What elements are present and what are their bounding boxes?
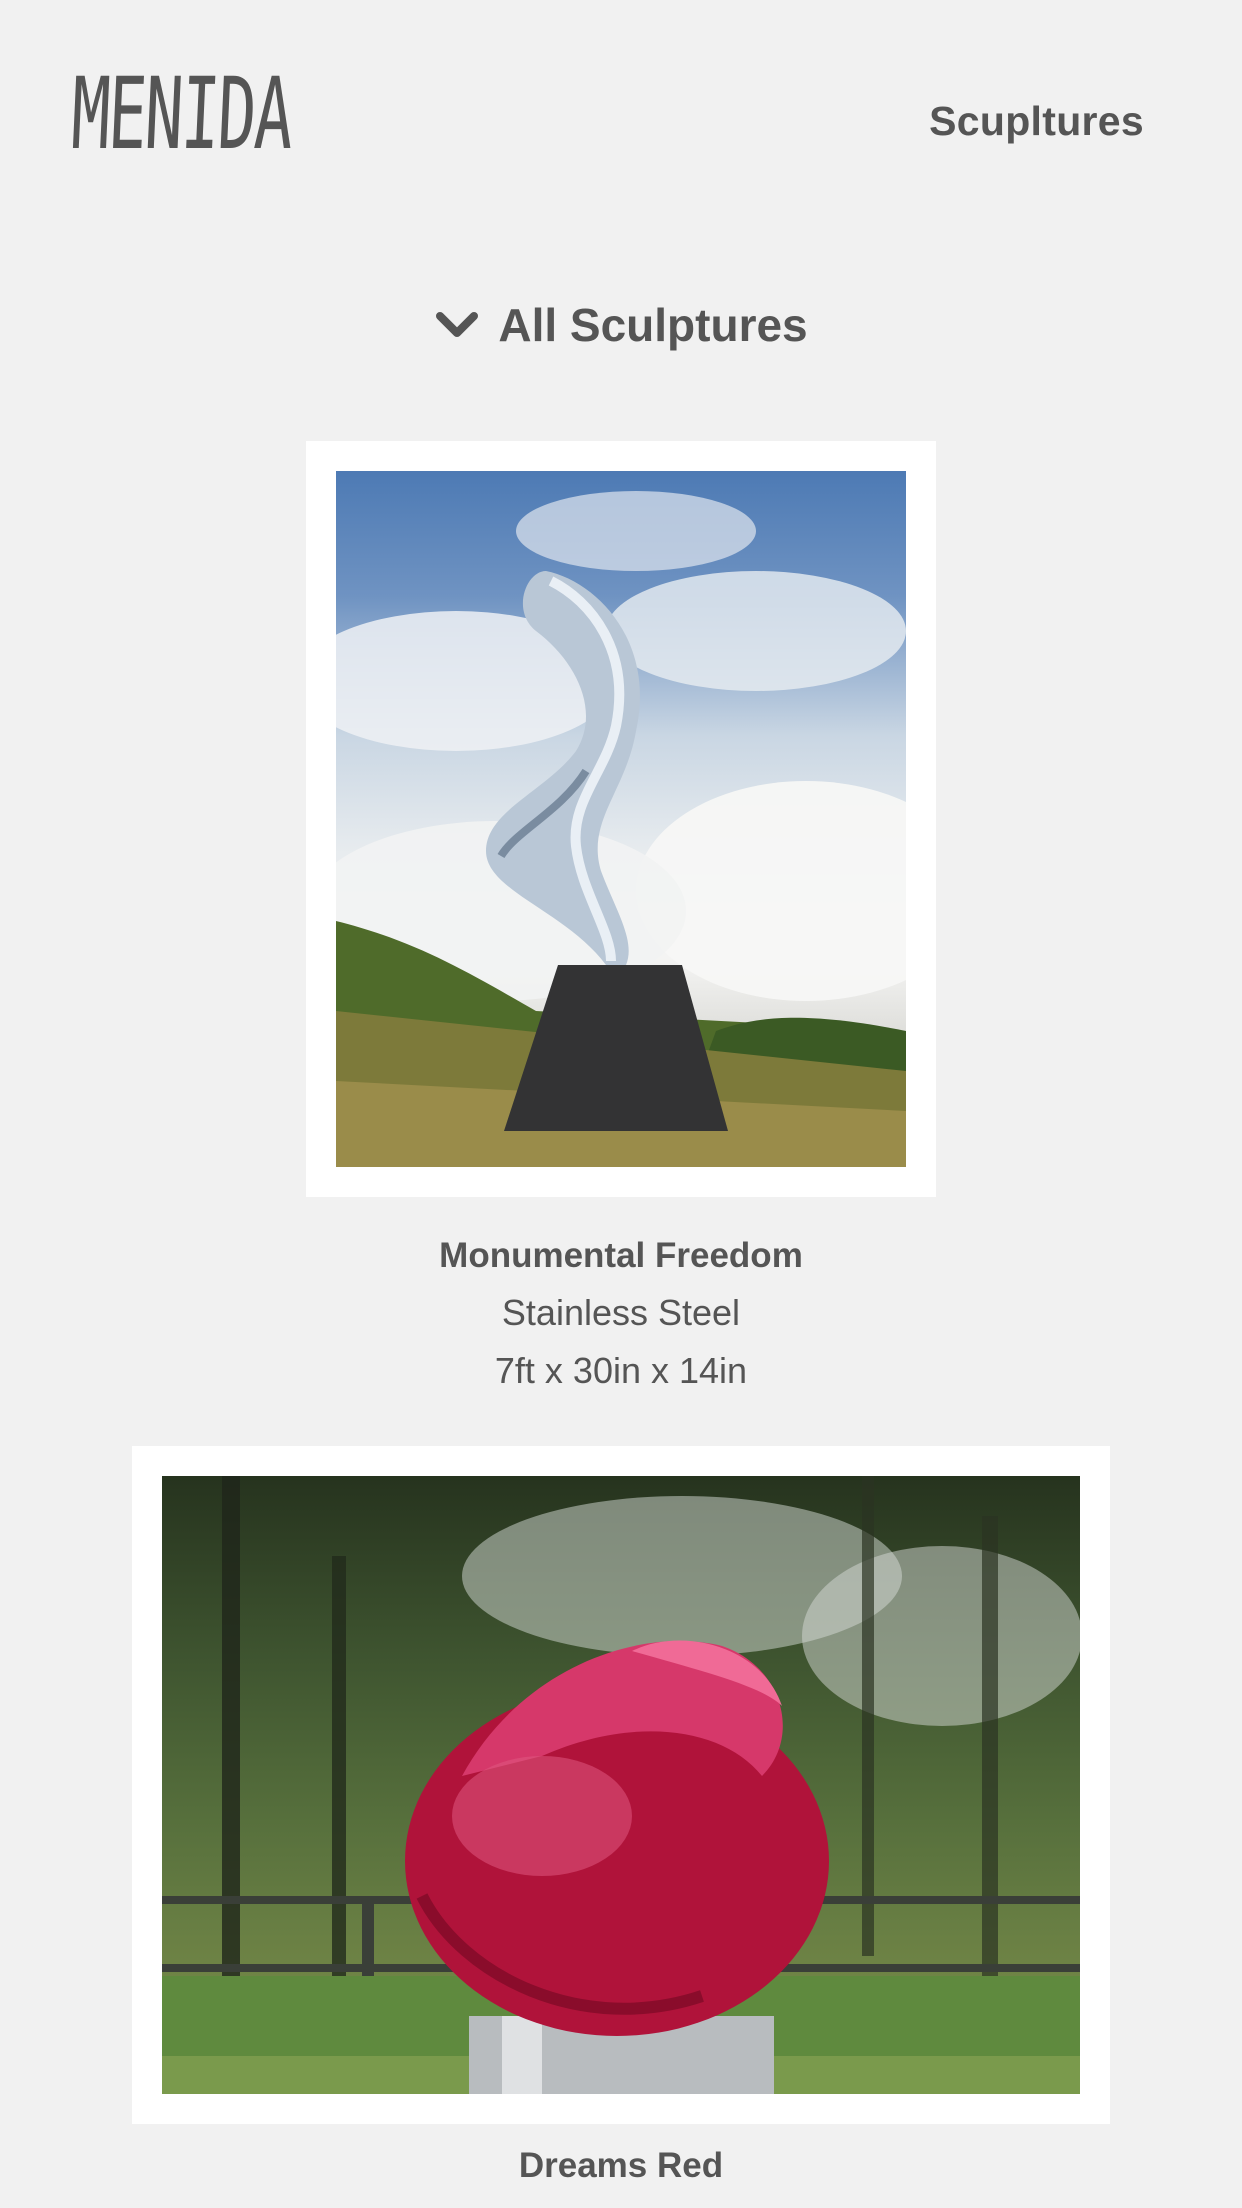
sculpture-caption: Monumental Freedom Stainless Steel 7ft x… — [0, 1236, 1242, 1392]
sculpture-card-frame[interactable] — [306, 441, 936, 1197]
sculpture-title[interactable]: Dreams Red — [0, 2146, 1242, 2186]
logo-text: MENIDA — [69, 58, 294, 173]
sculpture-caption: Dreams Red — [0, 2146, 1242, 2186]
sculpture-image[interactable] — [162, 1476, 1080, 2094]
sculpture-image[interactable] — [336, 471, 906, 1167]
sculpture-card-frame[interactable] — [132, 1446, 1110, 2124]
sculpture-material: Stainless Steel — [501, 1292, 741, 1333]
filter-label: All Sculptures — [498, 299, 808, 351]
page: MENIDA Scupltures All Sculptures Monumen… — [0, 0, 1242, 2208]
sculpture-title[interactable]: Monumental Freedom — [0, 1236, 1242, 1276]
nav-link-sculptures[interactable]: Scupltures — [929, 98, 1144, 145]
category-filter-dropdown[interactable]: All Sculptures — [0, 298, 1242, 352]
chevron-down-icon — [436, 312, 479, 337]
sculpture-photo-dreams-red — [162, 1476, 1080, 2094]
sculpture-dimensions: 7ft x 30in x 14in — [494, 1350, 748, 1391]
logo[interactable]: MENIDA — [69, 58, 293, 178]
sculpture-photo-monumental-freedom — [336, 491, 906, 1167]
